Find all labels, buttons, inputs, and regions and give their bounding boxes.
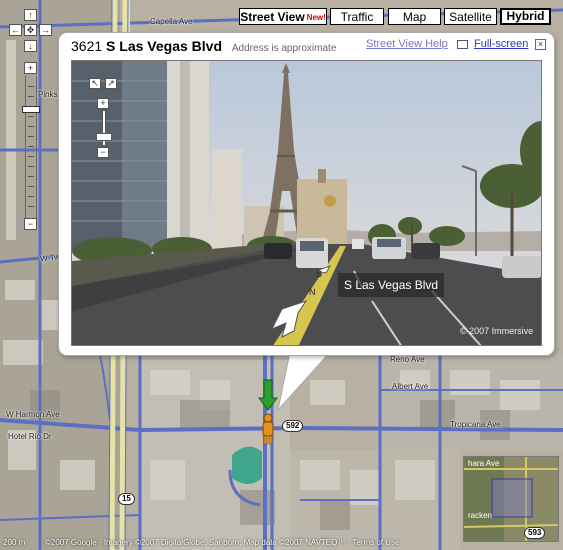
pan-down-button[interactable]: ↓ [24,40,37,52]
route-shield-592: 592 [282,420,304,432]
map-label-tropicana: Tropicana Ave [450,420,501,429]
map-label-reno: Reno Ave [390,355,425,364]
pano-zoom-in-button[interactable]: + [97,98,109,109]
map-label-hotel-rio: Hotel Rio Dr [8,432,52,441]
map-label-harmon: W Harmon Ave [6,410,60,419]
pan-right-button[interactable]: → [39,24,52,36]
address-note: Address is approximate [231,43,337,54]
minimap-imagery [464,457,558,541]
map-attribution: ©2007 Google · Imagery ©2007 DigitalGlob… [45,538,400,547]
route-shield-15: 15 [118,493,135,505]
minimap-shield-593: 593 [524,527,546,539]
street-view-help-link[interactable]: Street View Help [366,38,448,50]
pan-left-button[interactable]: ← [9,24,22,36]
satellite-button[interactable]: Satellite [444,8,497,25]
zoom-slider-track[interactable] [25,76,37,218]
address-street: S Las Vegas Blvd [106,38,222,54]
pano-collapse-button[interactable]: ↖ [89,78,101,89]
pano-expand-button[interactable]: ↗ [105,78,117,89]
map-label-capella: Capella Ave [150,17,193,26]
map-button[interactable]: Map [388,8,441,25]
pan-center-button[interactable]: ✥ [24,24,37,36]
pano-zoom-out-button[interactable]: − [97,147,109,158]
fullscreen-icon[interactable] [457,40,468,49]
street-view-panorama[interactable]: N S ↖ ↗ + − S Las Vegas Blvd © 2007 Imme… [71,60,542,346]
zoom-in-button[interactable]: + [24,62,37,74]
address-number: 3621 [71,38,103,54]
map-scale: 200 m [3,538,26,547]
pan-up-button[interactable]: ↑ [24,9,37,21]
pano-zoom-thumb[interactable] [96,133,112,141]
pano-copyright: © 2007 Immersive [460,326,534,336]
zoom-out-button[interactable]: − [24,218,37,230]
road-letter-s: S [316,269,322,279]
overview-minimap[interactable]: hara Ave racken 593 [463,456,559,542]
pano-street-label: S Las Vegas Blvd [338,273,445,297]
map-label-pinks: Pinks [38,90,58,99]
hybrid-button[interactable]: Hybrid [500,8,551,25]
zoom-slider-thumb[interactable] [22,106,40,113]
map-label-albert: Albert Ave [392,382,429,391]
street-view-button[interactable]: Street View New! [239,8,327,25]
street-view-info-window: 3621 S Las Vegas Blvd Address is approxi… [58,32,555,356]
traffic-button[interactable]: Traffic [330,8,384,25]
fullscreen-link[interactable]: Full-screen [474,38,528,50]
minimap-label-tracken: racken [468,511,493,520]
street-view-label: Street View [240,10,305,24]
new-badge: New! [306,13,326,22]
info-window-title: 3621 S Las Vegas Blvd Address is approxi… [71,38,336,54]
panorama-image: N S [72,61,541,345]
hybrid-map[interactable]: Capella Ave Pinks W Twain Ave W Harmon A… [0,0,563,550]
close-button[interactable]: × [535,39,546,50]
minimap-label-sahara: hara Ave [468,459,500,468]
road-letter-n: N [309,287,316,297]
